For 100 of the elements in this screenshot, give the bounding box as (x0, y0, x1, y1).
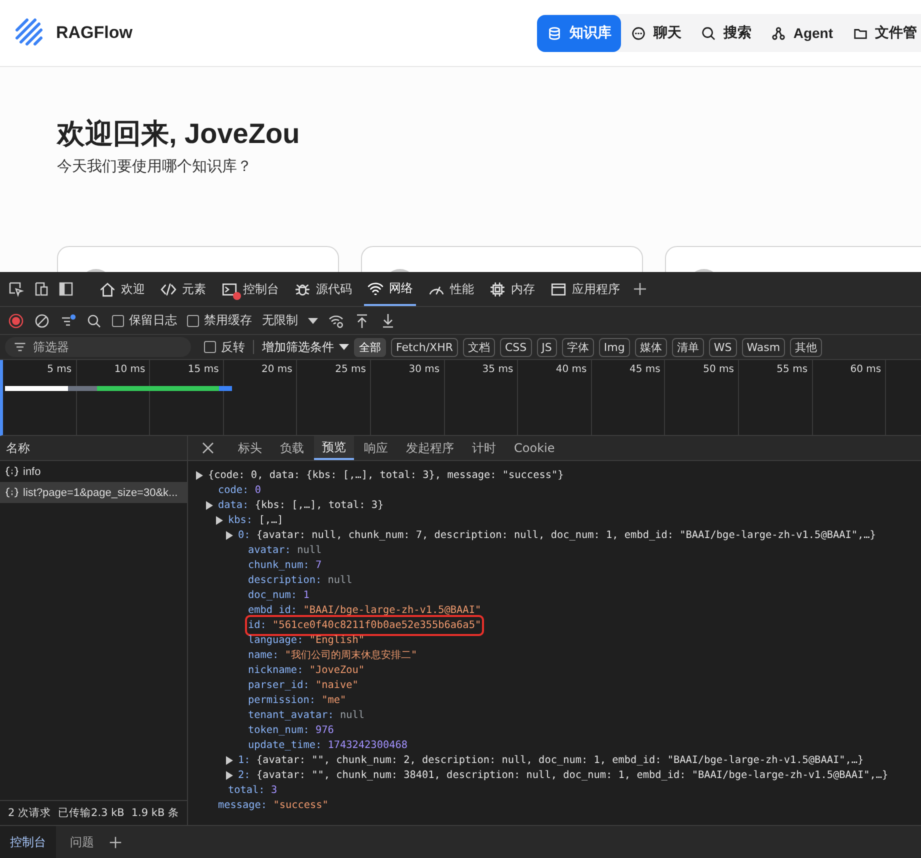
detail-tab[interactable]: 发起程序 (398, 436, 462, 460)
time-tick-label: 10 ms (114, 364, 146, 375)
devtools-tab[interactable]: 性能 (425, 272, 477, 306)
code-brackets-icon (160, 280, 177, 298)
devtools-tab[interactable]: 应用程序 (547, 272, 623, 306)
nav-tab[interactable]: 文件管 (843, 14, 921, 52)
json-property: token_num: 976 (248, 724, 334, 738)
detail-tab[interactable]: 预览 (314, 436, 354, 460)
json-property: name: "我们公司的周末休息安排二" (248, 648, 418, 663)
database-icon (547, 26, 562, 40)
time-tick-label: 60 ms (850, 364, 882, 375)
devtools-tab[interactable]: 欢迎 (96, 272, 148, 306)
detail-tab[interactable]: 计时 (464, 436, 504, 460)
add-tab-icon[interactable] (632, 281, 648, 297)
caret-icon[interactable] (308, 318, 318, 324)
filter-icon[interactable] (60, 312, 76, 328)
throttling-dropdown[interactable]: 无限制 (262, 312, 298, 329)
request-summary-text: 2 次请求 (8, 806, 52, 820)
json-property: total: 3 (228, 784, 278, 798)
download-icon[interactable] (380, 312, 396, 328)
type-filter-chip[interactable]: 媒体 (634, 338, 667, 356)
type-filter-chip[interactable]: WS (708, 338, 737, 356)
window-icon (550, 280, 567, 298)
nav-tab[interactable]: 搜索 (691, 14, 762, 52)
json-property: update_time: 1743242300468 (248, 739, 408, 753)
type-filter-chip[interactable]: CSS (500, 338, 532, 356)
request-summary-text: 已传输2.3 kB (58, 806, 124, 820)
type-filter-chip[interactable]: Img (598, 338, 630, 356)
json-property: embd_id: "BAAI/bge-large-zh-v1.5@BAAI" (248, 604, 482, 618)
json-property: 0: {avatar: null, chunk_num: 7, description: null, doc_num: 1, embd_id: "BAAI/bge-large-zh-v1.5@BAAI",…} (238, 529, 876, 543)
detail-tab[interactable]: 响应 (356, 436, 396, 460)
nodes-icon (771, 26, 786, 40)
nav-tab[interactable]: Agent (761, 14, 843, 52)
time-tick-label: 15 ms (188, 364, 219, 375)
time-tick-label: 45 ms (629, 364, 660, 375)
type-filter-chip[interactable]: 字体 (562, 338, 594, 356)
json-property: chunk_num: 7 (248, 559, 322, 573)
time-tick-label: 50 ms (703, 364, 734, 375)
nav-tab[interactable]: 聊天 (621, 14, 692, 52)
detail-tab[interactable]: Cookie (506, 436, 563, 460)
wifi-gear-icon[interactable] (328, 312, 344, 328)
devtools-tab[interactable]: 内存 (486, 272, 538, 306)
preserve-log-checkbox[interactable]: 保留日志 (112, 312, 177, 329)
json-property: code: 0 (218, 484, 261, 498)
caret-icon[interactable] (339, 344, 349, 350)
devtools-tab[interactable]: 源代码 (291, 272, 355, 306)
detail-tab[interactable]: 标头 (230, 436, 270, 460)
record-icon[interactable] (8, 312, 24, 328)
json-property: avatar: null (248, 544, 322, 558)
time-tick-label: 25 ms (335, 364, 366, 375)
type-filter-chip[interactable]: 文档 (462, 338, 495, 356)
home-icon (99, 280, 116, 298)
time-tick-label: 55 ms (776, 364, 808, 375)
time-tick-label: 40 ms (556, 364, 587, 375)
json-property: tenant_avatar: null (248, 709, 365, 723)
devtools-tab[interactable]: 元素 (157, 272, 209, 306)
disable-cache-checkbox[interactable]: 禁用缓存 (187, 312, 252, 329)
invert-checkbox[interactable]: 反转 (204, 338, 245, 356)
filter-field[interactable]: 筛选器 (5, 337, 191, 357)
json-property: nickname: "JoveZou" (248, 664, 365, 678)
column-header: 名称 (6, 440, 30, 456)
request-row[interactable]: list?page=1&page_size=30&k... (0, 482, 187, 503)
type-filter-chip[interactable]: JS (536, 338, 557, 356)
filter-input[interactable]: 筛选器 (33, 340, 153, 354)
type-filter-chip[interactable]: 全部 (354, 338, 386, 356)
time-tick-label: 35 ms (482, 364, 514, 375)
braces-icon (5, 466, 19, 477)
type-filter-chip[interactable]: Fetch/XHR (391, 338, 458, 356)
inspect-icon[interactable] (8, 281, 24, 297)
drawer-tab[interactable]: 控制台 (0, 826, 56, 858)
nav-tab[interactable]: 知识库 (537, 14, 622, 52)
chip-icon (489, 280, 506, 298)
json-property: description: null (248, 574, 352, 588)
expand-triangle-icon[interactable] (196, 471, 203, 480)
type-filter-chip[interactable]: 其他 (790, 338, 822, 356)
upload-icon[interactable] (354, 312, 370, 328)
type-filter-chip[interactable]: Wasm (742, 338, 786, 356)
close-icon[interactable] (202, 442, 214, 454)
drawer-tab[interactable]: 问题 (60, 826, 104, 858)
json-property: language: "English" (248, 634, 365, 648)
devtools-tab[interactable]: 控制台 (218, 272, 282, 306)
terminal-icon (221, 280, 238, 298)
type-filter-chip[interactable]: 清单 (672, 338, 704, 356)
time-tick-label: 30 ms (408, 364, 440, 375)
search-icon[interactable] (86, 312, 102, 328)
clear-icon[interactable] (34, 312, 50, 328)
sidebar-icon[interactable] (58, 281, 74, 297)
json-property: 1: {avatar: "", chunk_num: 2, description: null, doc_num: 1, embd_id: "BAAI/bge-large-zh-v1.5@BAAI",…} (238, 754, 864, 768)
json-property: id: "561ce0f40c8211f0b0ae52e355b6a6a5" (248, 618, 482, 633)
chat-bubble-icon (631, 26, 646, 40)
app-name: RAGFlow (56, 23, 132, 43)
welcome-title: 欢迎回来, JoveZou (57, 117, 301, 151)
request-row[interactable]: info (0, 461, 187, 482)
more-filters-dropdown[interactable]: 增加筛选条件 (262, 338, 334, 356)
json-property: kbs: [,…] (228, 514, 284, 528)
time-tick-label: 5 ms (47, 364, 72, 375)
add-tab-icon[interactable] (108, 834, 123, 850)
detail-tab[interactable]: 负载 (272, 436, 312, 460)
time-tick-label: 20 ms (262, 364, 292, 375)
device-icon[interactable] (33, 281, 49, 297)
